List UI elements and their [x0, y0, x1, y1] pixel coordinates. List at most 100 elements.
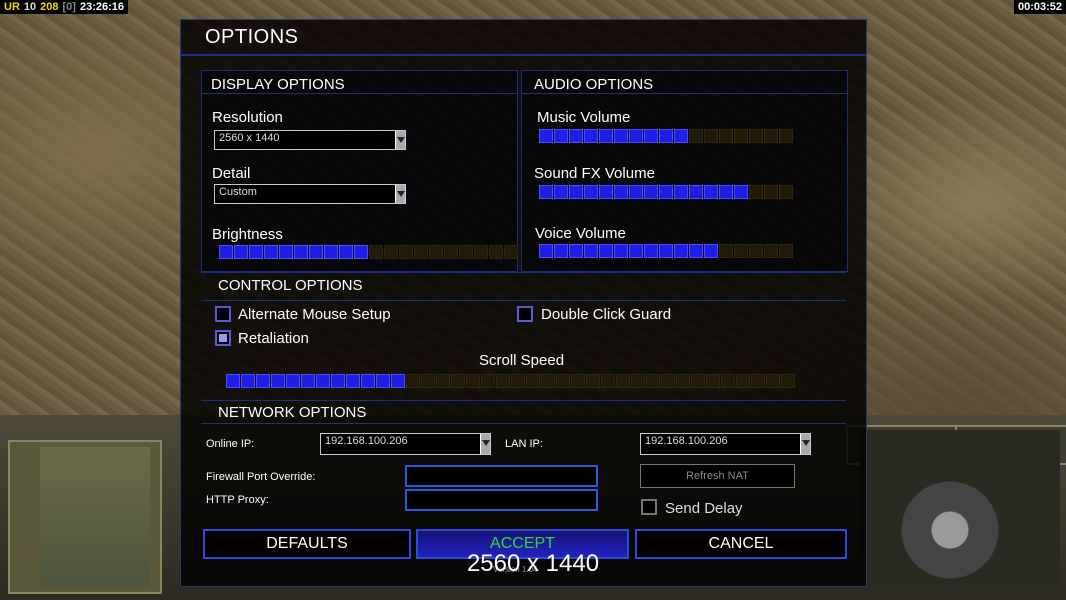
slider-segment[interactable]	[734, 129, 748, 143]
slider-segment[interactable]	[734, 244, 748, 258]
slider-segment[interactable]	[644, 244, 658, 258]
slider-segment[interactable]	[689, 129, 703, 143]
slider-segment[interactable]	[324, 245, 338, 259]
slider-segment[interactable]	[569, 185, 583, 199]
slider-segment[interactable]	[481, 374, 495, 388]
slider-segment[interactable]	[219, 245, 233, 259]
slider-segment[interactable]	[444, 245, 458, 259]
slider-segment[interactable]	[569, 129, 583, 143]
slider-segment[interactable]	[599, 129, 613, 143]
slider-segment[interactable]	[414, 245, 428, 259]
chevron-down-icon[interactable]	[800, 434, 810, 454]
slider-segment[interactable]	[764, 244, 778, 258]
slider-segment[interactable]	[674, 129, 688, 143]
slider-segment[interactable]	[399, 245, 413, 259]
slider-segment[interactable]	[689, 244, 703, 258]
slider-segment[interactable]	[779, 185, 793, 199]
slider-segment[interactable]	[539, 129, 553, 143]
slider-segment[interactable]	[271, 374, 285, 388]
slider-segment[interactable]	[749, 244, 763, 258]
http-proxy-input[interactable]	[405, 489, 598, 511]
slider-segment[interactable]	[541, 374, 555, 388]
online-ip-dropdown[interactable]: 192.168.100.206	[320, 433, 491, 455]
slider-segment[interactable]	[719, 185, 733, 199]
brightness-slider[interactable]	[219, 245, 518, 259]
slider-segment[interactable]	[339, 245, 353, 259]
slider-segment[interactable]	[721, 374, 735, 388]
slider-segment[interactable]	[309, 245, 323, 259]
slider-segment[interactable]	[474, 245, 488, 259]
slider-segment[interactable]	[629, 185, 643, 199]
slider-segment[interactable]	[361, 374, 375, 388]
resolution-dropdown[interactable]: 2560 x 1440	[214, 130, 406, 150]
firewall-port-input[interactable]	[405, 465, 598, 487]
slider-segment[interactable]	[526, 374, 540, 388]
refresh-nat-button[interactable]: Refresh NAT	[640, 464, 795, 488]
slider-segment[interactable]	[384, 245, 398, 259]
lan-ip-dropdown[interactable]: 192.168.100.206	[640, 433, 811, 455]
slider-segment[interactable]	[614, 185, 628, 199]
slider-segment[interactable]	[646, 374, 660, 388]
slider-segment[interactable]	[569, 244, 583, 258]
slider-segment[interactable]	[779, 244, 793, 258]
slider-segment[interactable]	[629, 244, 643, 258]
slider-segment[interactable]	[659, 129, 673, 143]
slider-segment[interactable]	[704, 244, 718, 258]
slider-segment[interactable]	[376, 374, 390, 388]
slider-segment[interactable]	[676, 374, 690, 388]
slider-segment[interactable]	[691, 374, 705, 388]
slider-segment[interactable]	[736, 374, 750, 388]
slider-segment[interactable]	[391, 374, 405, 388]
slider-segment[interactable]	[539, 244, 553, 258]
slider-segment[interactable]	[659, 244, 673, 258]
chevron-down-icon[interactable]	[395, 131, 405, 149]
slider-segment[interactable]	[459, 245, 473, 259]
slider-segment[interactable]	[764, 185, 778, 199]
slider-segment[interactable]	[249, 245, 263, 259]
slider-segment[interactable]	[436, 374, 450, 388]
slider-segment[interactable]	[674, 244, 688, 258]
slider-segment[interactable]	[689, 185, 703, 199]
alt-mouse-checkbox[interactable]	[215, 306, 231, 322]
slider-segment[interactable]	[286, 374, 300, 388]
voice-volume-slider[interactable]	[539, 244, 793, 258]
slider-segment[interactable]	[644, 129, 658, 143]
slider-segment[interactable]	[226, 374, 240, 388]
slider-segment[interactable]	[429, 245, 443, 259]
slider-segment[interactable]	[704, 185, 718, 199]
slider-segment[interactable]	[554, 185, 568, 199]
slider-segment[interactable]	[556, 374, 570, 388]
slider-segment[interactable]	[406, 374, 420, 388]
slider-segment[interactable]	[354, 245, 368, 259]
chevron-down-icon[interactable]	[395, 185, 405, 203]
chevron-down-icon[interactable]	[480, 434, 490, 454]
slider-segment[interactable]	[734, 185, 748, 199]
slider-segment[interactable]	[706, 374, 720, 388]
slider-segment[interactable]	[451, 374, 465, 388]
slider-segment[interactable]	[511, 374, 525, 388]
slider-segment[interactable]	[256, 374, 270, 388]
slider-segment[interactable]	[584, 129, 598, 143]
slider-segment[interactable]	[584, 244, 598, 258]
slider-segment[interactable]	[601, 374, 615, 388]
slider-segment[interactable]	[571, 374, 585, 388]
sfx-volume-slider[interactable]	[539, 185, 793, 199]
slider-segment[interactable]	[659, 185, 673, 199]
slider-segment[interactable]	[599, 244, 613, 258]
slider-segment[interactable]	[316, 374, 330, 388]
slider-segment[interactable]	[346, 374, 360, 388]
slider-segment[interactable]	[294, 245, 308, 259]
slider-segment[interactable]	[629, 129, 643, 143]
slider-segment[interactable]	[241, 374, 255, 388]
slider-segment[interactable]	[704, 129, 718, 143]
slider-segment[interactable]	[661, 374, 675, 388]
slider-segment[interactable]	[504, 245, 518, 259]
slider-segment[interactable]	[369, 245, 383, 259]
slider-segment[interactable]	[764, 129, 778, 143]
slider-segment[interactable]	[496, 374, 510, 388]
retaliation-checkbox[interactable]	[215, 330, 231, 346]
slider-segment[interactable]	[749, 129, 763, 143]
double-click-checkbox[interactable]	[517, 306, 533, 322]
slider-segment[interactable]	[301, 374, 315, 388]
slider-segment[interactable]	[586, 374, 600, 388]
